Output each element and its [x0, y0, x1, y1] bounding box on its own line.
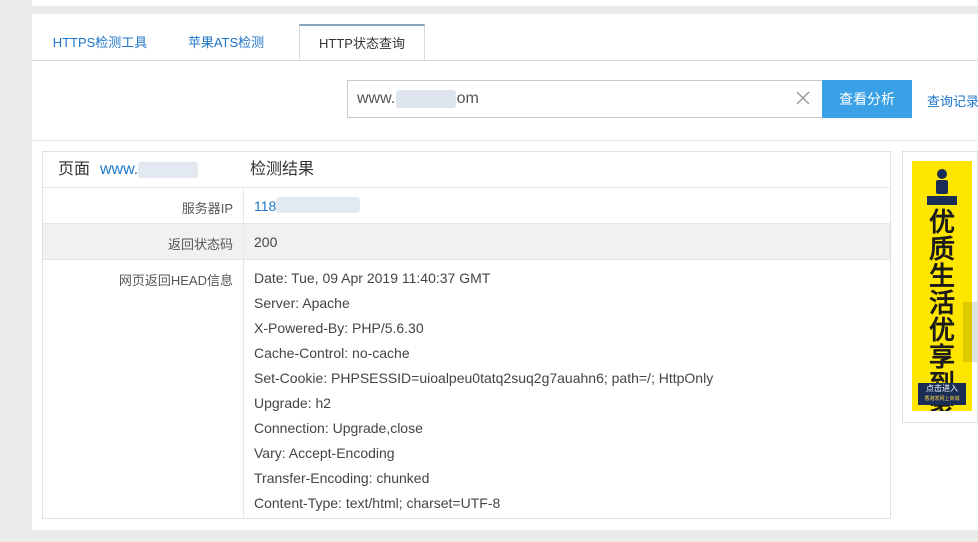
- heading-suffix: 检测结果: [250, 161, 315, 178]
- status-code-value: 200: [254, 234, 278, 250]
- header-line: Upgrade: h2: [254, 395, 332, 411]
- ad-banner[interactable]: 优质生活优享到家 点击进入 香港发网上商城: [912, 161, 972, 411]
- redaction-blur: [396, 90, 456, 108]
- column-divider: [243, 224, 244, 259]
- row-label: 返回状态码: [167, 237, 233, 252]
- header-line: Cache-Control: no-cache: [254, 345, 410, 361]
- column-divider: [243, 260, 244, 518]
- tab-ats-check[interactable]: 苹果ATS检测: [186, 26, 266, 60]
- header-line: X-Powered-By: PHP/5.6.30: [254, 320, 424, 336]
- server-ip-link[interactable]: 118: [254, 198, 276, 214]
- result-table: 页面 www. .com 检测结果 服务器IP 118 返回状态码 200 网页…: [42, 151, 891, 519]
- header-line: Transfer-Encoding: chunked: [254, 470, 430, 486]
- header-line: Connection: Upgrade,close: [254, 420, 423, 436]
- table-row-status-code: 返回状态码 200: [43, 224, 890, 260]
- tab-http-status[interactable]: HTTP状态查询: [299, 24, 425, 60]
- search-box: [347, 80, 823, 118]
- main-panel: HTTPS检测工具 苹果ATS检测 HTTP状态查询 查看分析 查询记录 页面 …: [32, 14, 978, 530]
- mall-logo-icon: [925, 165, 959, 209]
- clear-icon[interactable]: [794, 89, 812, 107]
- header-line: Vary: Accept-Encoding: [254, 445, 395, 461]
- redaction-blur: [276, 197, 360, 213]
- header-line: Server: Apache: [254, 295, 350, 311]
- response-header-list: Date: Tue, 09 Apr 2019 11:40:37 GMT Serv…: [254, 266, 713, 516]
- redaction-blur: [138, 162, 198, 178]
- header-line: Set-Cookie: PHPSESSID=uioalpeu0tatq2suq2…: [254, 370, 714, 386]
- ad-button-label: 点击进入: [926, 384, 958, 393]
- top-bar: [32, 0, 978, 6]
- header-line: Date: Tue, 09 Apr 2019 11:40:37 GMT: [254, 270, 491, 286]
- search-row: 查看分析 查询记录: [32, 61, 978, 141]
- table-row-server-ip: 服务器IP 118: [43, 188, 890, 224]
- history-link[interactable]: 查询记录: [927, 91, 978, 110]
- server-ip-value: 118: [254, 197, 360, 214]
- analyze-button[interactable]: 查看分析: [822, 80, 912, 118]
- result-heading: 页面 www. .com 检测结果: [43, 152, 890, 188]
- heading-prefix: 页面: [58, 161, 91, 178]
- ad-edge-shadow: [963, 302, 977, 362]
- ad-container: 优质生活优享到家 点击进入 香港发网上商城: [902, 151, 978, 423]
- ad-button-sub: 香港发网上商城: [924, 396, 960, 402]
- ad-enter-button[interactable]: 点击进入 香港发网上商城: [918, 383, 966, 405]
- tab-bar: HTTPS检测工具 苹果ATS检测 HTTP状态查询: [32, 14, 978, 61]
- table-row-head-info: 网页返回HEAD信息 Date: Tue, 09 Apr 2019 11:40:…: [43, 260, 890, 518]
- row-label: 服务器IP: [181, 201, 233, 216]
- row-label: 网页返回HEAD信息: [118, 273, 233, 288]
- tab-https-tool[interactable]: HTTPS检测工具: [52, 26, 148, 60]
- header-line: Content-Type: text/html; charset=UTF-8: [254, 495, 501, 511]
- column-divider: [243, 188, 244, 223]
- ad-slogan: 优质生活优享到家: [928, 207, 955, 412]
